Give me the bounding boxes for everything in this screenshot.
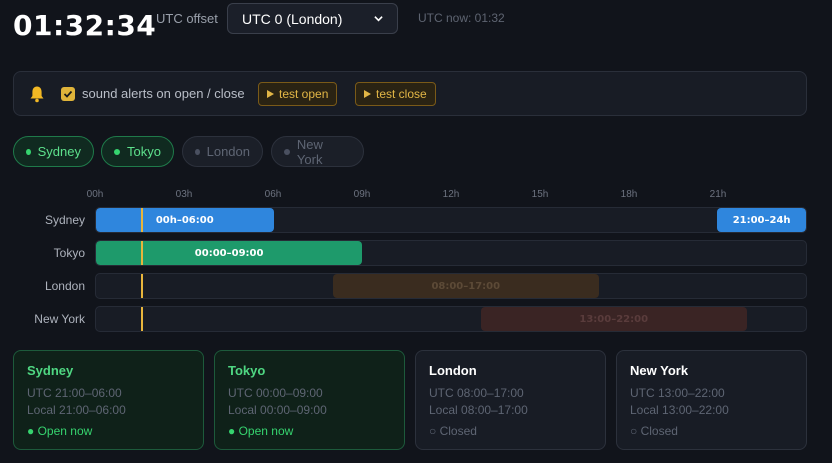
hour-tick-label: 03h [175,189,193,200]
session-segment: 08:00–17:00 [332,274,599,298]
market-card-status: ● Open now [228,424,294,438]
session-segment: 13:00–22:00 [480,307,747,331]
status-dot-icon [284,148,290,155]
status-dot-icon [114,148,120,155]
utc-offset-select[interactable]: UTC 0 (London) [227,3,398,34]
market-card-status: ○ Closed [630,424,678,438]
bell-icon [30,86,44,103]
timeline-track-sydney: 00h–06:00 21:00–24h [95,207,807,233]
market-card-local-hours: Local 13:00–22:00 [630,403,729,417]
market-card-local-hours: Local 00:00–09:00 [228,403,327,417]
utc-offset-label: UTC offset [156,11,218,26]
hour-tick-label: 12h [442,189,460,200]
market-card-tokyo: Tokyo UTC 00:00–09:00 Local 00:00–09:00 ● O… [214,350,405,450]
session-segment: 00:00–09:00 [96,241,363,265]
filter-pill-sydney[interactable]: Sydney [13,136,94,167]
timeline-row-label: London [44,279,85,293]
test-close-label: test close [376,87,427,101]
utc-offset-value: UTC 0 (London) [242,10,343,27]
hour-tick-label: 15h [531,189,549,200]
chevron-down-icon [374,16,383,22]
sound-alerts-checkbox[interactable] [61,87,75,101]
timeline-row-label: Sydney [44,213,85,227]
hour-tick-label: 00h [86,189,104,200]
market-card-title: New York [630,363,689,378]
market-card-title: Sydney [27,363,74,378]
filter-pill-label: Sydney [37,144,81,159]
market-card-local-hours: Local 21:00–06:00 [27,403,126,417]
current-time-indicator [140,274,143,298]
test-open-label: test open [279,87,329,101]
timeline-row-label: Tokyo [53,246,85,260]
session-segment: 00h–06:00 [96,208,274,232]
play-icon [267,90,274,98]
hour-tick-label: 21h [709,189,727,200]
market-card-utc-hours: UTC 21:00–06:00 [27,386,122,400]
timeline-track-new-york: 13:00–22:00 [95,306,807,332]
timeline-track-london: 08:00–17:00 [95,273,807,299]
market-card-status: ● Open now [27,424,93,438]
status-dot-icon [195,148,200,155]
filter-pill-new-york[interactable]: New York [271,136,364,167]
utc-now-text: UTC now: 01:32 [418,11,505,25]
sound-alerts-panel: sound alerts on open / close test open t… [13,71,807,116]
test-open-button[interactable]: test open [258,82,338,106]
sound-alerts-label: sound alerts on open / close [82,86,245,101]
hour-tick-label: 09h [353,189,371,200]
filter-pill-london[interactable]: London [182,136,263,167]
market-card-utc-hours: UTC 00:00–09:00 [228,386,323,400]
market-card-london: London UTC 08:00–17:00 Local 08:00–17:00 ○ … [415,350,606,450]
market-card-status: ○ Closed [429,424,477,438]
filter-pill-label: Tokyo [127,144,161,159]
status-dot-icon [26,148,31,155]
market-card-local-hours: Local 08:00–17:00 [429,403,528,417]
test-close-button[interactable]: test close [355,82,436,106]
filter-pill-label: London [206,144,250,159]
market-card-utc-hours: UTC 13:00–22:00 [630,386,725,400]
current-time-indicator [140,307,143,331]
market-card-sydney: Sydney UTC 21:00–06:00 Local 21:00–06:00 ● … [13,350,204,450]
timeline-row-label: New York [34,312,85,326]
hour-tick-label: 06h [264,189,282,200]
market-card-title: Tokyo [228,363,266,378]
play-icon [364,90,371,98]
current-time-indicator [140,241,143,265]
timeline-track-tokyo: 00:00–09:00 [95,240,807,266]
current-time-indicator [140,208,143,232]
filter-pill-label: New York [296,136,323,167]
market-card-new-york: New York UTC 13:00–22:00 Local 13:00–22:00… [616,350,807,450]
session-segment: 21:00–24h [717,208,806,232]
filter-pill-tokyo[interactable]: Tokyo [101,136,174,167]
hour-tick-label: 18h [620,189,638,200]
checkmark-icon [63,90,73,98]
market-card-utc-hours: UTC 08:00–17:00 [429,386,524,400]
market-card-title: London [429,363,477,378]
clock-display: 01:32:34 [13,9,157,42]
